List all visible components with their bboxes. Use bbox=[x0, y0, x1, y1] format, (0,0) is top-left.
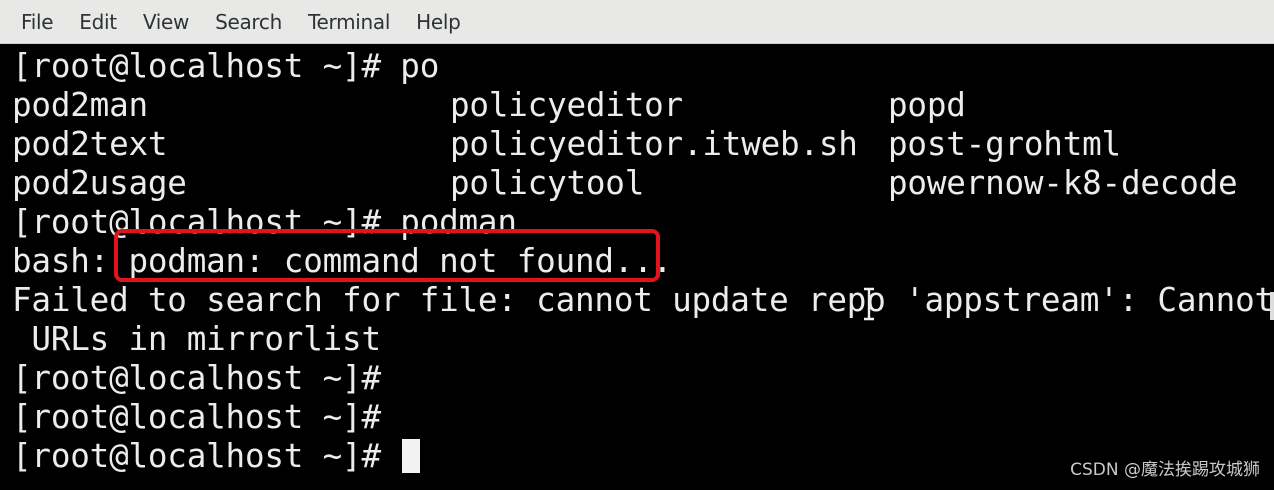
error-line: bash: podman: command not found... bbox=[12, 242, 672, 281]
overflow-edge bbox=[1270, 292, 1274, 320]
prompt-line: [root@localhost ~]# podman bbox=[12, 203, 517, 241]
menu-file[interactable]: File bbox=[8, 10, 66, 34]
completion-item: policyeditor bbox=[450, 86, 683, 124]
completion-item: powernow-k8-decode bbox=[888, 164, 1238, 202]
terminal-window: File Edit View Search Terminal Help [roo… bbox=[0, 0, 1274, 490]
watermark: CSDN @魔法挨踢攻城狮 bbox=[1070, 460, 1260, 480]
active-prompt: [root@localhost ~]# bbox=[12, 437, 401, 475]
completion-row: pod2man policyeditor popd bbox=[12, 86, 1274, 125]
completion-item: popd bbox=[888, 86, 966, 124]
error-message: podman: command not found... bbox=[128, 242, 673, 280]
menu-bar: File Edit View Search Terminal Help bbox=[0, 0, 1274, 44]
failed-line: Failed to search for file: cannot update… bbox=[12, 281, 1274, 319]
terminal-output[interactable]: [root@localhost ~]# po pod2man policyedi… bbox=[12, 45, 1274, 490]
active-prompt-line: [root@localhost ~]# bbox=[12, 437, 421, 476]
completion-item: policyeditor.itweb.sh bbox=[450, 125, 858, 163]
completion-item: pod2usage bbox=[12, 164, 187, 202]
menu-edit[interactable]: Edit bbox=[66, 10, 130, 34]
ibeam-cursor-icon bbox=[864, 287, 874, 321]
completion-item: policytool bbox=[450, 164, 645, 202]
menu-terminal[interactable]: Terminal bbox=[295, 10, 403, 34]
error-prefix: bash: bbox=[12, 242, 129, 280]
completion-item: pod2man bbox=[12, 86, 148, 124]
completion-item: post-grohtml bbox=[888, 125, 1121, 163]
completion-item: pod2text bbox=[12, 125, 168, 163]
block-cursor bbox=[402, 439, 421, 473]
prompt-line: [root@localhost ~]# po bbox=[12, 47, 440, 85]
completion-row: pod2text policyeditor.itweb.sh post-groh… bbox=[12, 125, 1274, 164]
prompt-line: [root@localhost ~]# bbox=[12, 398, 381, 436]
completion-row: pod2usage policytool powernow-k8-decode bbox=[12, 164, 1274, 203]
prompt-line: [root@localhost ~]# bbox=[12, 359, 381, 397]
failed-line-continuation: URLs in mirrorlist bbox=[12, 320, 381, 358]
menu-view[interactable]: View bbox=[130, 10, 202, 34]
menu-help[interactable]: Help bbox=[403, 10, 473, 34]
menu-search[interactable]: Search bbox=[202, 10, 295, 34]
